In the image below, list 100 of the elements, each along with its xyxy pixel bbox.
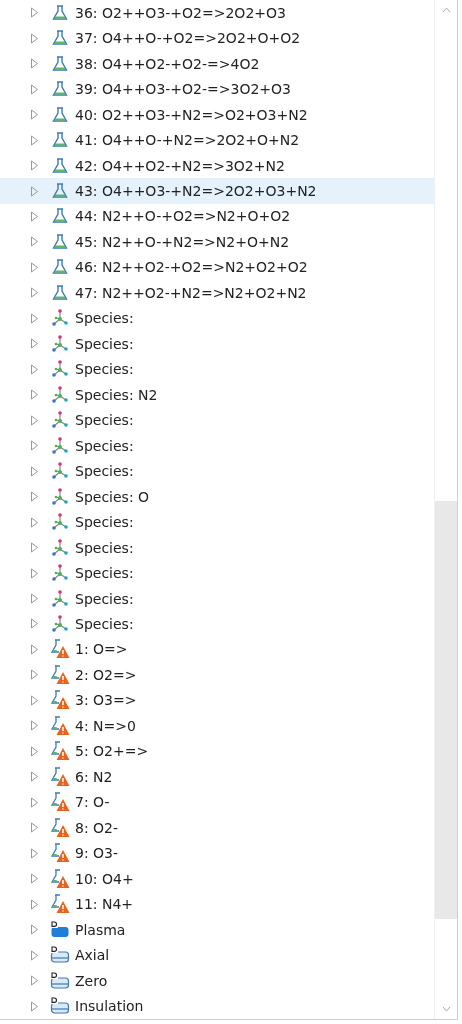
tree-item[interactable]: 11: N4+: [0, 891, 434, 917]
expand-icon[interactable]: [30, 7, 39, 19]
expand-icon[interactable]: [30, 465, 39, 477]
tree-item[interactable]: 3: O3=>: [0, 687, 434, 714]
tree-item[interactable]: 42: O4++O2-+N2=>3O2+N2: [0, 152, 434, 179]
scroll-up-icon[interactable]: [441, 7, 451, 13]
flask-icon: [51, 156, 69, 175]
expand-icon[interactable]: [30, 771, 39, 783]
molecule-icon: [50, 359, 70, 380]
tree-item[interactable]: Species:: [0, 458, 434, 484]
expand-icon[interactable]: [30, 669, 39, 681]
expand-icon[interactable]: [30, 414, 39, 426]
tree-item[interactable]: 36: O2++O3-+O2=>2O2+O3: [0, 0, 434, 26]
flask-icon: [51, 80, 69, 99]
tree-item[interactable]: 41: O4++O-+N2=>2O2+O+N2: [0, 127, 434, 153]
expand-icon[interactable]: [30, 822, 39, 834]
tree-item[interactable]: Species:: [0, 331, 434, 357]
expand-icon[interactable]: [30, 796, 39, 808]
tree-item[interactable]: 44: N2++O-+O2=>N2+O+O2: [0, 203, 434, 230]
tree-item[interactable]: 7: O-: [0, 789, 434, 815]
molecule-icon: [50, 512, 70, 533]
expand-icon[interactable]: [30, 491, 39, 503]
expand-icon[interactable]: [30, 312, 39, 324]
tree-item[interactable]: 8: O2-: [0, 815, 434, 841]
flask-warning-icon: [50, 868, 70, 889]
expand-icon[interactable]: [30, 593, 39, 604]
domain-icon: [50, 920, 70, 939]
expand-icon[interactable]: [30, 873, 39, 885]
tree-item[interactable]: Plasma: [0, 916, 434, 943]
tree-item[interactable]: 1: O=>: [0, 636, 434, 663]
expand-icon[interactable]: [30, 134, 39, 146]
tree-item[interactable]: Species:: [0, 534, 434, 561]
expand-icon[interactable]: [30, 694, 39, 706]
tree-item[interactable]: 47: N2++O2-+N2=>N2+O2+N2: [0, 280, 434, 306]
expand-icon[interactable]: [30, 236, 39, 248]
expand-icon[interactable]: [30, 338, 39, 350]
expand-icon[interactable]: [30, 898, 39, 910]
tree-item[interactable]: Species:: [0, 407, 434, 433]
expand-icon[interactable]: [30, 567, 39, 579]
flask-warning-icon: [50, 741, 70, 762]
scrollbar-thumb[interactable]: [435, 501, 457, 919]
flask-warning-icon: [50, 690, 70, 711]
expand-icon[interactable]: [30, 58, 39, 70]
tree-item[interactable]: Species:: [0, 611, 434, 637]
tree-item[interactable]: Zero: [0, 967, 434, 994]
tree-item[interactable]: 43: O4++O3-+N2=>2O2+O3+N2: [0, 178, 434, 204]
expand-icon[interactable]: [30, 542, 39, 554]
scrollbar[interactable]: [434, 0, 457, 1019]
expand-icon[interactable]: [30, 32, 39, 44]
expand-icon[interactable]: [30, 745, 39, 757]
expand-icon[interactable]: [30, 516, 39, 528]
expand-icon[interactable]: [30, 109, 39, 121]
tree-item[interactable]: Species:: [0, 585, 434, 612]
tree-item[interactable]: 38: O4++O2-+O2-=>4O2: [0, 50, 434, 77]
molecule-icon: [50, 435, 70, 456]
tree-item[interactable]: 10: O4+: [0, 865, 434, 892]
expand-icon[interactable]: [30, 975, 39, 987]
expand-icon[interactable]: [30, 643, 39, 655]
expand-icon[interactable]: [30, 1000, 39, 1012]
expand-icon[interactable]: [30, 949, 39, 961]
expand-icon[interactable]: [30, 185, 39, 197]
scroll-down-icon[interactable]: [441, 1006, 451, 1012]
flask-icon: [51, 54, 69, 73]
expand-icon[interactable]: [30, 720, 39, 732]
expand-icon[interactable]: [30, 261, 39, 273]
expand-icon[interactable]: [30, 363, 39, 375]
tree-item[interactable]: 45: N2++O-+N2=>N2+O+N2: [0, 229, 434, 255]
molecule-icon: [50, 333, 70, 354]
molecule-icon: [50, 486, 70, 507]
expand-icon[interactable]: [30, 440, 39, 452]
tree-item[interactable]: Species:: [0, 509, 434, 535]
tree-item[interactable]: 40: O2++O3-+N2=>O2+O3+N2: [0, 101, 434, 128]
expand-icon[interactable]: [30, 287, 39, 299]
flask-warning-icon: [50, 715, 70, 736]
flask-warning-icon: [50, 639, 70, 660]
expand-icon[interactable]: [30, 160, 39, 172]
tree-item[interactable]: 6: N2: [0, 764, 434, 790]
tree-item[interactable]: Species:: [0, 560, 434, 586]
expand-icon[interactable]: [30, 83, 39, 95]
tree-item[interactable]: Insulation: [0, 993, 434, 1019]
tree-item[interactable]: Species: N2: [0, 382, 434, 408]
tree-item[interactable]: 46: N2++O2-+O2=>N2+O2+O2: [0, 254, 434, 281]
tree-item[interactable]: 5: O2+=>: [0, 738, 434, 765]
tree-item[interactable]: 39: O4++O3-+O2-=>3O2+O3: [0, 76, 434, 102]
tree-item[interactable]: 2: O2=>: [0, 662, 434, 688]
tree-item[interactable]: Axial: [0, 942, 434, 968]
tree-item[interactable]: Species:: [0, 356, 434, 383]
tree-item[interactable]: Species:: [0, 432, 434, 459]
expand-icon[interactable]: [30, 389, 39, 401]
tree-item[interactable]: Species: O: [0, 483, 434, 510]
tree-item[interactable]: 4: N=>0: [0, 713, 434, 739]
expand-icon[interactable]: [30, 924, 39, 936]
expand-icon[interactable]: [30, 618, 39, 630]
tree-item[interactable]: Species:: [0, 305, 434, 332]
molecule-icon: [50, 588, 70, 609]
tree-item[interactable]: 37: O4++O-+O2=>2O2+O+O2: [0, 25, 434, 51]
tree-item[interactable]: 9: O3-: [0, 840, 434, 866]
flask-icon: [51, 105, 69, 124]
expand-icon[interactable]: [30, 847, 39, 859]
expand-icon[interactable]: [30, 211, 39, 222]
